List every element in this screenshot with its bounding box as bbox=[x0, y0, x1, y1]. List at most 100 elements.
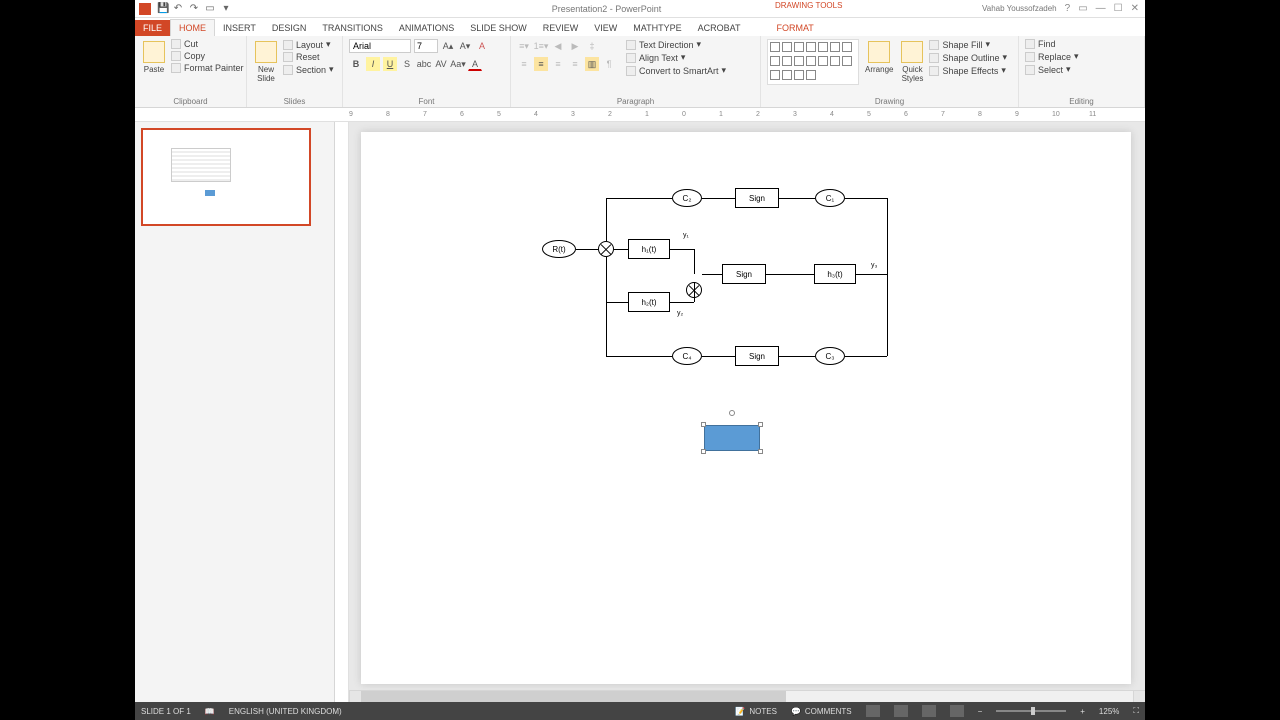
shape-thumb[interactable] bbox=[770, 56, 780, 66]
redo-icon[interactable]: ↷ bbox=[189, 4, 199, 14]
selected-shape[interactable] bbox=[704, 425, 760, 451]
shape-thumb[interactable] bbox=[830, 56, 840, 66]
notes-button[interactable]: 📝 NOTES bbox=[735, 707, 777, 716]
align-center-button[interactable]: ≡ bbox=[534, 57, 548, 71]
horizontal-scrollbar[interactable] bbox=[349, 690, 1145, 702]
shape-thumb[interactable] bbox=[842, 42, 852, 52]
tab-review[interactable]: REVIEW bbox=[535, 20, 587, 36]
shape-thumb[interactable] bbox=[806, 56, 816, 66]
section-button[interactable]: Section▾ bbox=[283, 64, 334, 75]
shrink-font-button[interactable]: A▾ bbox=[458, 39, 472, 53]
node-sign-top[interactable]: Sign bbox=[735, 188, 779, 208]
reset-button[interactable]: Reset bbox=[283, 52, 334, 62]
save-icon[interactable]: 💾 bbox=[157, 4, 167, 14]
italic-button[interactable]: I bbox=[366, 57, 380, 71]
tab-home[interactable]: HOME bbox=[170, 19, 215, 36]
scroll-thumb[interactable] bbox=[361, 691, 786, 702]
shape-thumb[interactable] bbox=[818, 56, 828, 66]
spellcheck-icon[interactable]: 📖 bbox=[205, 707, 215, 716]
tab-file[interactable]: FILE bbox=[135, 20, 170, 36]
select-button[interactable]: Select▾ bbox=[1025, 64, 1079, 75]
tab-view[interactable]: VIEW bbox=[586, 20, 625, 36]
undo-icon[interactable]: ↶ bbox=[173, 4, 183, 14]
slide-1[interactable]: C₂ Sign C₁ R(t) h₁(t) y₁ bbox=[361, 132, 1131, 684]
resize-handle[interactable] bbox=[758, 422, 763, 427]
maximize-icon[interactable]: ☐ bbox=[1114, 3, 1123, 14]
slideshow-view-button[interactable] bbox=[950, 705, 964, 717]
copy-button[interactable]: Copy bbox=[171, 51, 244, 61]
clear-format-button[interactable]: A bbox=[475, 39, 489, 53]
spacing-button[interactable]: AV bbox=[434, 57, 448, 71]
node-c1[interactable]: C₁ bbox=[815, 189, 845, 207]
comments-button[interactable]: 💬 COMMENTS bbox=[791, 707, 852, 716]
grow-font-button[interactable]: A▴ bbox=[441, 39, 455, 53]
shape-thumb[interactable] bbox=[782, 70, 792, 80]
rotation-handle[interactable] bbox=[729, 410, 735, 416]
tab-acrobat[interactable]: ACROBAT bbox=[690, 20, 749, 36]
reading-view-button[interactable] bbox=[922, 705, 936, 717]
close-icon[interactable]: ✕ bbox=[1131, 3, 1139, 14]
node-sign-bot[interactable]: Sign bbox=[735, 346, 779, 366]
shape-fill-button[interactable]: Shape Fill▾ bbox=[929, 39, 1007, 50]
font-name-input[interactable] bbox=[349, 39, 411, 53]
tab-animations[interactable]: ANIMATIONS bbox=[391, 20, 462, 36]
underline-button[interactable]: U bbox=[383, 57, 397, 71]
shape-thumb[interactable] bbox=[782, 42, 792, 52]
format-painter-button[interactable]: Format Painter bbox=[171, 63, 244, 73]
bullets-button[interactable]: ≡▾ bbox=[517, 39, 531, 53]
resize-handle[interactable] bbox=[758, 449, 763, 454]
user-name[interactable]: Vahab Youssofzadeh bbox=[982, 4, 1059, 13]
strike-button[interactable]: abc bbox=[417, 57, 431, 71]
indent-button[interactable]: ▶ bbox=[568, 39, 582, 53]
zoom-handle[interactable] bbox=[1031, 707, 1035, 715]
tab-transitions[interactable]: TRANSITIONS bbox=[314, 20, 391, 36]
shape-thumb[interactable] bbox=[806, 70, 816, 80]
smartart-button[interactable]: Convert to SmartArt▾ bbox=[626, 65, 726, 76]
resize-handle[interactable] bbox=[701, 422, 706, 427]
shadow-button[interactable]: S bbox=[400, 57, 414, 71]
shape-thumb[interactable] bbox=[842, 56, 852, 66]
sorter-view-button[interactable] bbox=[894, 705, 908, 717]
node-h2[interactable]: h₂(t) bbox=[628, 292, 670, 312]
shapes-gallery[interactable] bbox=[767, 39, 859, 85]
node-c3[interactable]: C₃ bbox=[815, 347, 845, 365]
shape-thumb[interactable] bbox=[794, 42, 804, 52]
tab-mathtype[interactable]: MathType bbox=[625, 20, 689, 36]
layout-button[interactable]: Layout▾ bbox=[283, 39, 334, 50]
slide-counter[interactable]: SLIDE 1 OF 1 bbox=[141, 707, 191, 716]
text-direction-button[interactable]: Text Direction▾ bbox=[626, 39, 726, 50]
tab-format[interactable]: FORMAT bbox=[768, 20, 821, 36]
shape-thumb[interactable] bbox=[770, 70, 780, 80]
tab-design[interactable]: DESIGN bbox=[264, 20, 315, 36]
dedent-button[interactable]: ◀ bbox=[551, 39, 565, 53]
shape-outline-button[interactable]: Shape Outline▾ bbox=[929, 52, 1007, 63]
zoom-out-button[interactable]: − bbox=[978, 707, 983, 716]
node-sign-mid[interactable]: Sign bbox=[722, 264, 766, 284]
zoom-in-button[interactable]: + bbox=[1080, 707, 1085, 716]
minimize-icon[interactable]: — bbox=[1096, 3, 1106, 14]
zoom-level[interactable]: 125% bbox=[1099, 707, 1119, 716]
scroll-left-button[interactable] bbox=[349, 691, 361, 702]
zoom-slider[interactable] bbox=[996, 710, 1066, 712]
shape-effects-button[interactable]: Shape Effects▾ bbox=[929, 65, 1007, 76]
node-h1[interactable]: h₁(t) bbox=[628, 239, 670, 259]
help-icon[interactable]: ? bbox=[1065, 3, 1071, 14]
shape-thumb[interactable] bbox=[818, 42, 828, 52]
justify-button[interactable]: ≡ bbox=[568, 57, 582, 71]
shape-thumb[interactable] bbox=[830, 42, 840, 52]
font-color-button[interactable]: A bbox=[468, 57, 482, 71]
new-slide-button[interactable]: New Slide bbox=[253, 39, 279, 85]
cut-button[interactable]: Cut bbox=[171, 39, 244, 49]
resize-handle[interactable] bbox=[701, 449, 706, 454]
shape-thumb[interactable] bbox=[770, 42, 780, 52]
find-button[interactable]: Find bbox=[1025, 39, 1079, 49]
align-text-button[interactable]: Align Text▾ bbox=[626, 52, 726, 63]
bold-button[interactable]: B bbox=[349, 57, 363, 71]
shape-thumb[interactable] bbox=[806, 42, 816, 52]
ribbon-collapse-icon[interactable]: ▭ bbox=[1078, 3, 1087, 14]
shape-thumb[interactable] bbox=[782, 56, 792, 66]
align-left-button[interactable]: ≡ bbox=[517, 57, 531, 71]
node-h3[interactable]: h₃(t) bbox=[814, 264, 856, 284]
paste-button[interactable]: Paste bbox=[141, 39, 167, 76]
linespacing-button[interactable]: ‡ bbox=[585, 39, 599, 53]
